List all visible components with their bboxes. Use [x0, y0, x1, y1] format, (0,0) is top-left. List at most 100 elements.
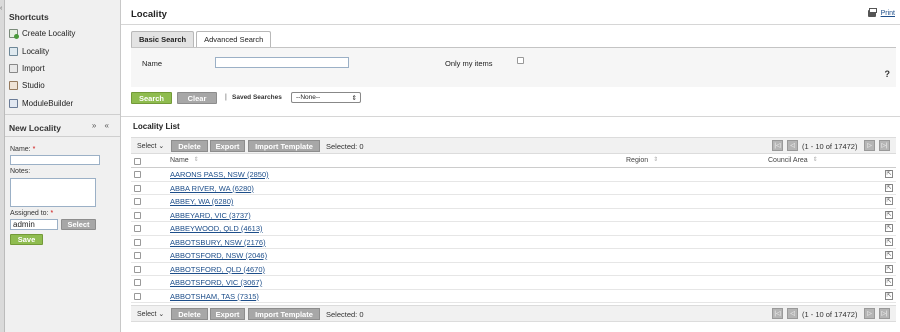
row-checkbox[interactable] — [134, 279, 141, 286]
delete-button[interactable]: Delete — [171, 308, 208, 320]
studio-icon — [9, 80, 18, 90]
locality-link[interactable]: ABBOTSBURY, NSW (2176) — [170, 238, 266, 247]
locality-link[interactable]: ABBA RIVER, WA (6280) — [170, 184, 254, 193]
chevron-down-icon: ⌄ — [158, 311, 165, 318]
printer-icon — [867, 8, 877, 17]
name-search-label: Name — [142, 59, 163, 68]
notes-textarea[interactable] — [10, 178, 96, 207]
expand-icon[interactable]: ⇱ — [885, 170, 893, 178]
locality-link[interactable]: ABBEYWOOD, QLD (4613) — [170, 224, 263, 233]
import-template-button[interactable]: Import Template — [248, 308, 320, 320]
row-checkbox[interactable] — [134, 265, 141, 273]
expand-icon[interactable]: ⇱ — [885, 197, 893, 205]
last-page-icon[interactable]: ▷| — [879, 308, 890, 319]
expand-icon[interactable]: ⇱ — [885, 251, 893, 259]
name-search-input[interactable] — [215, 57, 349, 68]
print-link[interactable]: Print — [867, 8, 895, 17]
save-button[interactable]: Save — [10, 234, 43, 245]
print-label[interactable]: Print — [881, 10, 895, 17]
locality-link[interactable]: ABBEYARD, VIC (3737) — [170, 211, 251, 220]
shortcut-studio[interactable]: Studio — [9, 78, 45, 92]
column-label: Name — [170, 157, 189, 164]
delete-button[interactable]: Delete — [171, 140, 208, 152]
tab-basic-search[interactable]: Basic Search — [131, 31, 195, 47]
expand-icon[interactable]: ⇱ — [885, 224, 893, 232]
search-panel: Name Only my items ? — [131, 47, 896, 87]
shortcut-import[interactable]: Import — [9, 61, 45, 75]
row-checkbox[interactable] — [134, 184, 141, 192]
locality-link[interactable]: ABBOTSFORD, NSW (2046) — [170, 251, 267, 260]
column-label: Region — [626, 157, 649, 164]
column-header-region[interactable]: Region ⇕ — [626, 157, 658, 164]
required-mark: * — [50, 210, 54, 217]
row-checkbox[interactable] — [134, 292, 141, 300]
search-button[interactable]: Search — [131, 92, 172, 104]
clear-button[interactable]: Clear — [177, 92, 217, 104]
collapse-expand-icon[interactable]: » « — [92, 121, 112, 130]
row-checkbox[interactable] — [134, 225, 141, 232]
sort-icon: ⇕ — [653, 157, 659, 163]
row-checkbox[interactable] — [134, 238, 141, 246]
column-header-name[interactable]: Name ⇕ — [170, 157, 199, 164]
row-checkbox[interactable] — [134, 171, 141, 178]
collapse-arrow-icon: ‹ — [0, 5, 3, 12]
shortcut-label: Locality — [22, 46, 50, 56]
shortcut-create-locality[interactable]: Create Locality — [9, 26, 75, 40]
assigned-to-input[interactable]: admin — [10, 219, 58, 230]
locality-link[interactable]: ABBEY, WA (6280) — [170, 197, 233, 206]
row-checkbox[interactable] — [134, 252, 141, 259]
select-label: Select — [137, 143, 157, 150]
prev-page-icon[interactable]: ◁ — [787, 308, 798, 319]
select-arrows-icon: ⇕ — [351, 94, 357, 102]
row-checkbox[interactable] — [134, 211, 141, 219]
only-my-items-checkbox[interactable] — [517, 57, 524, 64]
next-page-icon[interactable]: ▷ — [864, 308, 875, 319]
column-header-council-area[interactable]: Council Area ⇕ — [768, 157, 818, 164]
table-row: AARONS PASS, NSW (2850) ⇱ — [131, 168, 896, 182]
sidebar: ‹ Shortcuts Create Locality Locality Imp… — [0, 0, 121, 332]
section-divider — [121, 116, 900, 117]
shortcut-locality[interactable]: Locality — [9, 44, 49, 58]
sort-icon: ⇕ — [812, 157, 818, 163]
expand-icon[interactable]: ⇱ — [885, 210, 893, 219]
expand-icon[interactable]: ⇱ — [885, 278, 893, 286]
select-user-button[interactable]: Select — [61, 219, 96, 230]
export-button[interactable]: Export — [210, 308, 245, 320]
expand-icon[interactable]: ⇱ — [885, 183, 893, 192]
locality-link[interactable]: ABBOTSFORD, VIC (3067) — [170, 278, 262, 287]
mass-select-dropdown[interactable]: Select ⌄ — [137, 142, 164, 150]
expand-icon[interactable]: ⇱ — [885, 237, 893, 246]
first-page-icon[interactable]: |◁ — [772, 308, 783, 319]
new-locality-name-input[interactable] — [10, 155, 100, 165]
expand-icon[interactable]: ⇱ — [885, 264, 893, 273]
select-all-checkbox[interactable] — [134, 158, 141, 165]
help-icon[interactable]: ? — [885, 69, 891, 79]
saved-searches-select[interactable]: --None-- ⇕ — [291, 92, 361, 103]
separator: | — [225, 94, 227, 101]
locality-link[interactable]: ABBOTSFORD, QLD (4670) — [170, 265, 265, 274]
chevron-down-icon: ⌄ — [158, 143, 165, 150]
page-title: Locality — [131, 9, 167, 20]
pagination-info: (1 - 10 of 17472) — [802, 142, 858, 151]
shortcut-label: ModuleBuilder — [22, 98, 74, 108]
locality-link[interactable]: AARONS PASS, NSW (2850) — [170, 170, 269, 179]
row-checkbox[interactable] — [134, 198, 141, 205]
table-row: ABBEYARD, VIC (3737) ⇱ — [131, 208, 896, 222]
tab-advanced-search[interactable]: Advanced Search — [196, 31, 272, 47]
locality-icon — [9, 46, 18, 56]
prev-page-icon[interactable]: ◁ — [787, 140, 798, 151]
shortcut-modulebuilder[interactable]: ModuleBuilder — [9, 96, 73, 110]
export-button[interactable]: Export — [210, 140, 245, 152]
mass-select-dropdown[interactable]: Select ⌄ — [137, 310, 164, 318]
next-page-icon[interactable]: ▷ — [864, 140, 875, 151]
import-template-button[interactable]: Import Template — [248, 140, 320, 152]
locality-link[interactable]: ABBOTSHAM, TAS (7315) — [170, 292, 259, 301]
pagination-info: (1 - 10 of 17472) — [802, 310, 858, 319]
last-page-icon[interactable]: ▷| — [879, 140, 890, 151]
new-locality-title: New Locality — [9, 123, 61, 133]
sidebar-collapse-handle[interactable]: ‹ — [0, 0, 5, 332]
create-icon — [9, 28, 19, 39]
first-page-icon[interactable]: |◁ — [772, 140, 783, 151]
expand-icon[interactable]: ⇱ — [885, 291, 893, 300]
shortcut-label: Studio — [22, 80, 45, 90]
